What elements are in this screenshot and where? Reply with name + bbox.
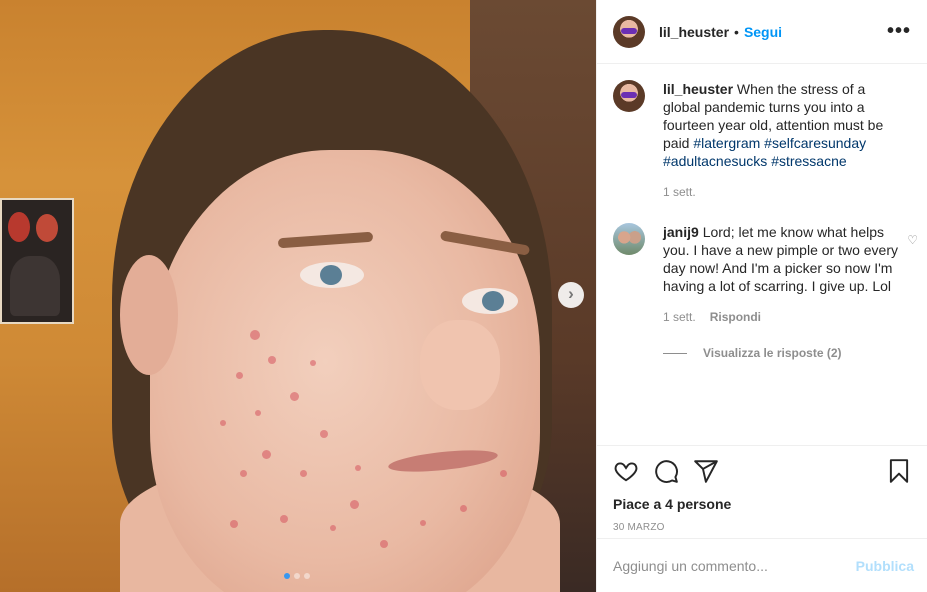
post-header: lil_heuster • Segui •••: [597, 0, 927, 64]
caption: lil_heuster When the stress of a global …: [613, 80, 912, 201]
skin-spot: [250, 330, 260, 340]
post-side-panel: lil_heuster • Segui ••• lil_heuster When…: [596, 0, 927, 592]
commenter-avatar[interactable]: [613, 223, 645, 255]
skin-spot: [262, 450, 271, 459]
send-icon[interactable]: [693, 458, 719, 484]
view-replies-button[interactable]: Visualizza le risposte (2): [663, 346, 912, 360]
skin-spot: [268, 356, 276, 364]
view-replies-divider: [663, 352, 687, 354]
carousel-dots: [284, 573, 310, 579]
more-options-icon[interactable]: •••: [887, 20, 911, 43]
skin-spot: [330, 525, 336, 531]
skin-spot: [236, 372, 243, 379]
photo-wall-poster: [0, 198, 74, 324]
heart-icon[interactable]: [613, 458, 639, 484]
next-image-button[interactable]: ›: [558, 282, 584, 308]
skin-spot: [230, 520, 238, 528]
skin-spot: [420, 520, 426, 526]
bookmark-icon[interactable]: [886, 458, 912, 484]
carousel-dot: [294, 573, 300, 579]
author-avatar[interactable]: [613, 15, 645, 48]
comment-input[interactable]: [613, 557, 856, 574]
skin-spot: [280, 515, 288, 523]
skin-spot: [350, 500, 359, 509]
comment-text: Lord; let me know what helps you. I have…: [663, 224, 899, 294]
skin-spot: [500, 470, 507, 477]
carousel-dot-active: [284, 573, 290, 579]
skin-spot: [460, 505, 467, 512]
caption-avatar[interactable]: [613, 80, 645, 112]
comments-list[interactable]: lil_heuster When the stress of a global …: [597, 64, 927, 445]
author-username[interactable]: lil_heuster: [659, 24, 729, 40]
photo-ear: [120, 255, 178, 375]
comment-text-block: janij9 Lord; let me know what helps you.…: [663, 223, 903, 295]
photo-eye: [300, 262, 364, 288]
chevron-right-icon: ›: [568, 284, 574, 303]
skin-spot: [255, 410, 261, 416]
likes-count[interactable]: Piace a 4 persone: [613, 496, 912, 512]
skin-spot: [300, 470, 307, 477]
publish-button[interactable]: Pubblica: [856, 558, 914, 574]
comment-author[interactable]: janij9: [663, 224, 699, 240]
skin-spot: [320, 430, 328, 438]
comment-like-heart-icon[interactable]: ♡: [907, 233, 918, 247]
caption-text-block: lil_heuster When the stress of a global …: [663, 80, 903, 170]
comment-item: janij9 Lord; let me know what helps you.…: [613, 223, 918, 326]
skin-spot: [355, 465, 361, 471]
photo-nose: [420, 320, 500, 410]
comment-time[interactable]: 1 sett.: [663, 308, 696, 326]
carousel-dot: [304, 573, 310, 579]
skin-spot: [380, 540, 388, 548]
post-actions: Piace a 4 persone 30 MARZO: [597, 445, 927, 533]
follow-button[interactable]: Segui: [744, 24, 782, 40]
skin-spot: [240, 470, 247, 477]
caption-author[interactable]: lil_heuster: [663, 81, 733, 97]
add-comment-bar: Pubblica: [597, 538, 927, 592]
hashtag-link[interactable]: #selfcaresunday: [764, 135, 866, 151]
post-date[interactable]: 30 MARZO: [613, 522, 912, 533]
reply-button[interactable]: Rispondi: [710, 308, 761, 326]
view-replies-label: Visualizza le risposte (2): [703, 346, 842, 360]
skin-spot: [220, 420, 226, 426]
hashtag-link[interactable]: #stressacne: [771, 153, 846, 169]
skin-spot: [310, 360, 316, 366]
photo-eye: [462, 288, 518, 314]
comment-icon[interactable]: [653, 458, 679, 484]
skin-spot: [290, 392, 299, 401]
post-photo[interactable]: ›: [0, 0, 596, 592]
header-separator: •: [734, 23, 739, 40]
caption-time[interactable]: 1 sett.: [663, 183, 696, 201]
hashtag-link[interactable]: #latergram: [693, 135, 760, 151]
hashtag-link[interactable]: #adultacnesucks: [663, 153, 767, 169]
